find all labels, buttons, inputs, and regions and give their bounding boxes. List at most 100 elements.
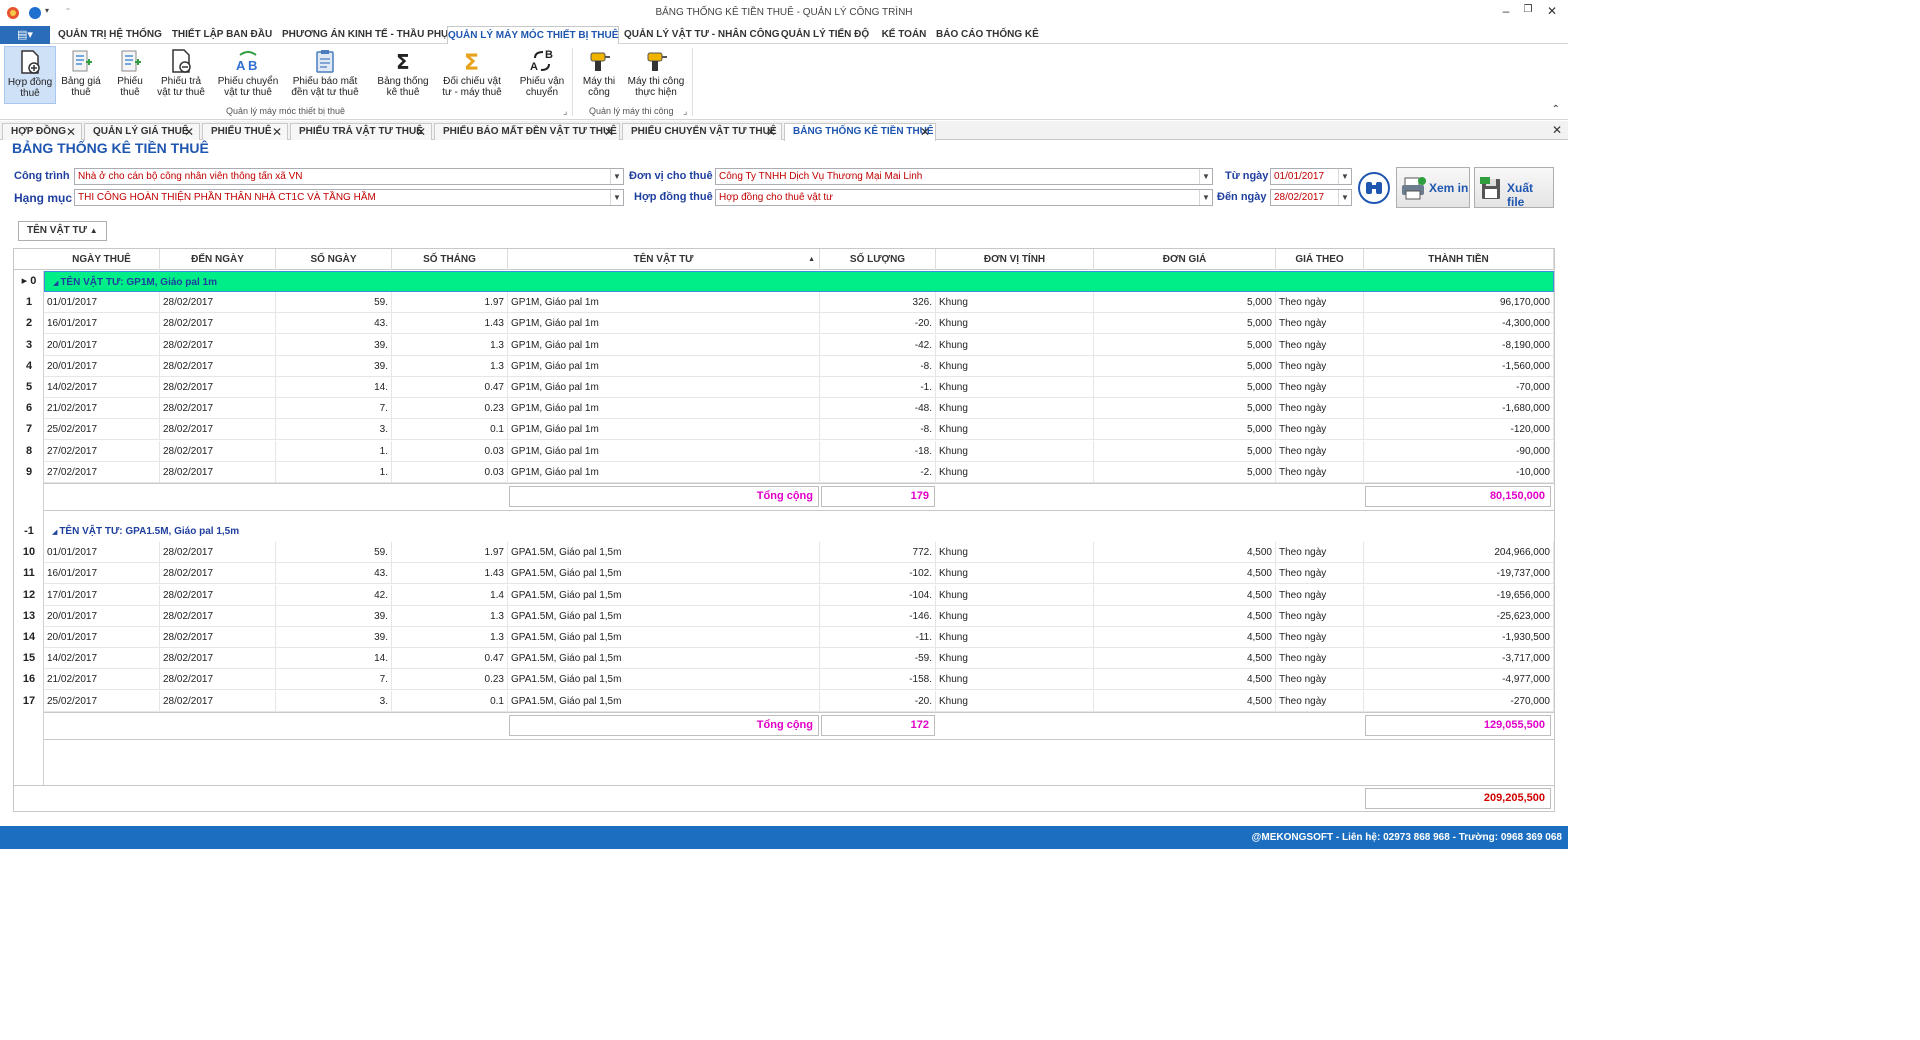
cell-den-ngay[interactable]: 28/02/2017 [160,690,276,712]
cell-ten-vat-tu[interactable]: GP1M, Giáo pal 1m [508,334,820,356]
cell-ngay-thue[interactable]: 01/01/2017 [44,292,160,314]
group-expander-icon[interactable]: ⌟ [563,106,567,117]
table-row[interactable]: 6 21/02/2017 28/02/2017 7. 0.23 GP1M, Giáo pa… [14,398,1554,420]
table-row[interactable]: 1 01/01/2017 28/02/2017 59. 1.97 GP1M, Giáo p… [14,292,1554,314]
cell-ten-vat-tu[interactable]: GPA1.5M, Giáo pal 1,5m [508,584,820,606]
cell-so-ngay[interactable]: 42. [276,584,392,606]
table-row[interactable]: 2 16/01/2017 28/02/2017 43. 1.43 GP1M, Giáo p… [14,313,1554,335]
cell-don-vi-tinh[interactable]: Khung [936,563,1094,585]
cell-don-vi-tinh[interactable]: Khung [936,355,1094,377]
cell-so-luong[interactable]: 772. [820,542,936,564]
cell-so-ngay[interactable]: 7. [276,669,392,691]
cell-so-luong[interactable]: -59. [820,648,936,670]
data-grid[interactable]: NGÀY THUÊ ĐẾN NGÀY SỐ NGÀY SỐ THÁNG TÊN VẬT … [13,248,1555,812]
cell-don-vi-tinh[interactable]: Khung [936,377,1094,398]
cell-don-gia[interactable]: 5,000 [1094,292,1276,314]
cell-don-vi-tinh[interactable]: Khung [936,690,1094,712]
cell-gia-theo[interactable]: Theo ngày [1276,440,1364,462]
cell-ngay-thue[interactable]: 27/02/2017 [44,440,160,462]
cell-den-ngay[interactable]: 28/02/2017 [160,563,276,585]
cell-ten-vat-tu[interactable]: GPA1.5M, Giáo pal 1,5m [508,690,820,712]
cell-so-thang[interactable]: 1.4 [392,584,508,606]
table-row[interactable]: 3 20/01/2017 28/02/2017 39. 1.3 GP1M, Giáo pa… [14,334,1554,356]
cell-thanh-tien[interactable]: -270,000 [1364,690,1554,712]
tab-quan-tri-he-thong[interactable]: QUẢN TRỊ HỆ THỐNG [58,26,162,44]
cell-thanh-tien[interactable]: -3,717,000 [1364,648,1554,670]
cell-gia-theo[interactable]: Theo ngày [1276,377,1364,398]
doc-tab-hop-dong[interactable]: HỢP ĐỒNG ✕ [2,123,82,140]
cell-thanh-tien[interactable]: -4,977,000 [1364,669,1554,691]
cell-so-ngay[interactable]: 1. [276,440,392,462]
cell-don-vi-tinh[interactable]: Khung [936,584,1094,606]
tab-quan-ly-vat-tu[interactable]: QUẢN LÝ VẬT TƯ - NHÂN CÔNG [624,26,780,44]
cell-don-gia[interactable]: 4,500 [1094,584,1276,606]
cell-ten-vat-tu[interactable]: GPA1.5M, Giáo pal 1,5m [508,648,820,670]
bang-gia-thue-button[interactable]: Bảng giá thuê [58,46,104,104]
search-button[interactable] [1358,172,1390,204]
don-vi-select[interactable]: Công Ty TNHH Dịch Vụ Thương Mại Mai Linh… [715,168,1213,185]
cell-ngay-thue[interactable]: 20/01/2017 [44,355,160,377]
hop-dong-thue-button[interactable]: Hợp đồng thuê [4,46,56,104]
cell-ngay-thue[interactable]: 20/01/2017 [44,627,160,648]
cell-gia-theo[interactable]: Theo ngày [1276,419,1364,441]
group-row[interactable]: ▸ 0 ◢ TÊN VẬT TƯ: GP1M, Giáo pal 1m [14,271,1554,292]
cell-ten-vat-tu[interactable]: GP1M, Giáo pal 1m [508,313,820,335]
column-header-ngay-thue[interactable]: NGÀY THUÊ [44,249,160,270]
table-row[interactable]: 16 21/02/2017 28/02/2017 7. 0.23 GPA1.5M, Giá… [14,669,1554,691]
column-header-don-vi-tinh[interactable]: ĐƠN VỊ TÍNH [936,249,1094,270]
cell-ten-vat-tu[interactable]: GP1M, Giáo pal 1m [508,461,820,483]
cell-den-ngay[interactable]: 28/02/2017 [160,627,276,648]
cell-so-ngay[interactable]: 59. [276,542,392,564]
cell-gia-theo[interactable]: Theo ngày [1276,292,1364,314]
cell-so-thang[interactable]: 0.47 [392,377,508,398]
cell-gia-theo[interactable]: Theo ngày [1276,605,1364,627]
may-thi-cong-button[interactable]: Máy thi công [578,46,620,104]
export-file-button[interactable]: Xuất file [1474,167,1554,209]
doc-tab-quan-ly-gia-thue[interactable]: QUẢN LÝ GIÁ THUÊ ✕ [84,123,200,140]
cell-don-gia[interactable]: 5,000 [1094,334,1276,356]
doc-tab-phieu-chuyen[interactable]: PHIẾU CHUYỂN VẬT TƯ THUÊ ✕ [622,123,782,140]
table-row[interactable]: 7 25/02/2017 28/02/2017 3. 0.1 GP1M, Giáo pal… [14,419,1554,441]
den-ngay-date[interactable]: 28/02/2017 ▼ [1270,189,1352,206]
doc-tab-bang-thong-ke[interactable]: BẢNG THỐNG KÊ TIỀN THUÊ ✕ [784,123,936,141]
cong-trinh-select[interactable]: Nhà ở cho cán bộ công nhân viên thông tấ… [74,168,624,185]
cell-so-ngay[interactable]: 39. [276,334,392,356]
preview-print-button[interactable]: Xem in [1396,167,1470,208]
cell-ngay-thue[interactable]: 20/01/2017 [44,605,160,627]
cell-so-ngay[interactable]: 7. [276,398,392,420]
cell-ngay-thue[interactable]: 21/02/2017 [44,398,160,420]
cell-don-vi-tinh[interactable]: Khung [936,627,1094,648]
cell-don-vi-tinh[interactable]: Khung [936,398,1094,420]
cell-ngay-thue[interactable]: 25/02/2017 [44,419,160,441]
cell-don-gia[interactable]: 5,000 [1094,440,1276,462]
cell-thanh-tien[interactable]: -25,623,000 [1364,605,1554,627]
cell-so-ngay[interactable]: 1. [276,461,392,483]
cell-thanh-tien[interactable]: -1,930,500 [1364,627,1554,648]
cell-don-vi-tinh[interactable]: Khung [936,669,1094,691]
minimize-icon[interactable]: – [1496,4,1516,22]
phieu-tra-button[interactable]: Phiếu trả vật tư thuê [152,46,210,104]
table-row[interactable]: 4 20/01/2017 28/02/2017 39. 1.3 GP1M, Giáo pa… [14,355,1554,377]
cell-ngay-thue[interactable]: 14/02/2017 [44,377,160,398]
column-header-thanh-tien[interactable]: THÀNH TIỀN [1364,249,1554,270]
table-row[interactable]: 13 20/01/2017 28/02/2017 39. 1.3 GPA1.5M, Giá… [14,605,1554,627]
cell-den-ngay[interactable]: 28/02/2017 [160,440,276,462]
cell-thanh-tien[interactable]: -90,000 [1364,440,1554,462]
cell-gia-theo[interactable]: Theo ngày [1276,627,1364,648]
table-row[interactable]: 12 17/01/2017 28/02/2017 42. 1.4 GPA1.5M, Giá… [14,584,1554,606]
cell-gia-theo[interactable]: Theo ngày [1276,584,1364,606]
cell-den-ngay[interactable]: 28/02/2017 [160,605,276,627]
cell-so-luong[interactable]: -20. [820,690,936,712]
group-expander-icon[interactable]: ⌟ [683,106,687,117]
cell-so-ngay[interactable]: 39. [276,627,392,648]
cell-gia-theo[interactable]: Theo ngày [1276,690,1364,712]
cell-so-thang[interactable]: 0.23 [392,669,508,691]
cell-don-gia[interactable]: 4,500 [1094,605,1276,627]
cell-so-ngay[interactable]: 39. [276,355,392,377]
table-row[interactable]: 5 14/02/2017 28/02/2017 14. 0.47 GP1M, Giáo p… [14,377,1554,398]
cell-don-vi-tinh[interactable]: Khung [936,605,1094,627]
column-header-ten-vat-tu[interactable]: TÊN VẬT TƯ ▲ [508,249,820,270]
cell-ngay-thue[interactable]: 17/01/2017 [44,584,160,606]
bang-thong-ke-button[interactable]: Σ Bảng thống kê thuê [374,46,432,104]
cell-thanh-tien[interactable]: 96,170,000 [1364,292,1554,314]
